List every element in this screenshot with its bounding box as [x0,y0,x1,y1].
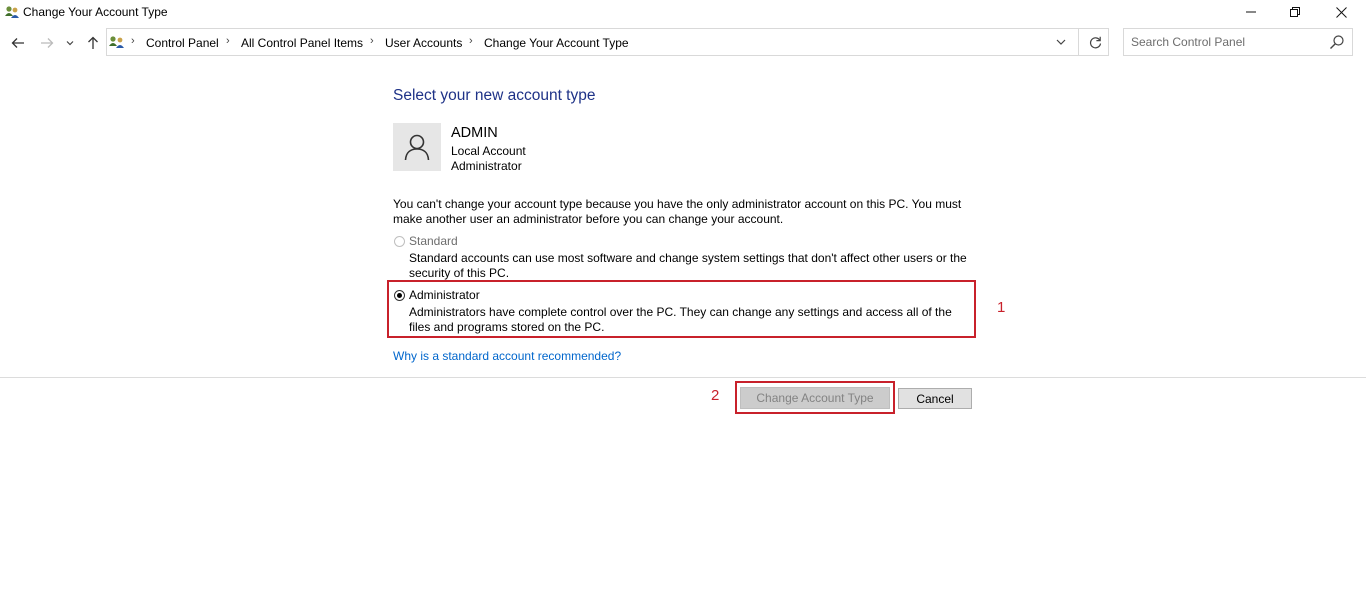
up-button[interactable] [83,32,103,54]
breadcrumb-all-items[interactable]: All Control Panel Items [241,36,363,50]
close-button[interactable] [1318,0,1364,24]
user-icon [404,134,430,161]
users-icon [5,6,19,18]
cancel-button[interactable]: Cancel [898,388,972,409]
account-role: Administrator [451,159,522,173]
arrow-left-icon [11,38,24,48]
footer-divider [0,377,1366,378]
info-message: You can't change your account type becau… [393,197,962,226]
account-name: ADMIN [451,125,498,141]
annotation-highlight-1 [387,280,976,338]
avatar [393,123,441,171]
chevron-down-icon [1056,39,1066,45]
account-type: Local Account [451,144,526,158]
breadcrumb-separator: › [226,35,230,47]
window-title: Change Your Account Type [23,5,168,19]
annotation-marker-2: 2 [711,387,720,404]
standard-radio[interactable] [394,236,405,247]
refresh-button[interactable] [1083,30,1107,54]
breadcrumb-separator: › [370,35,374,47]
standard-description: Standard accounts can use most software … [409,251,967,280]
breadcrumb-user-accounts[interactable]: User Accounts [385,36,462,50]
title-bar[interactable] [0,0,1366,26]
restore-button[interactable] [1272,0,1318,24]
breadcrumb-separator: › [131,35,135,47]
standard-label[interactable]: Standard [409,234,458,248]
recent-locations-button[interactable] [62,32,78,54]
address-divider [1078,29,1079,55]
back-button[interactable] [8,32,28,54]
breadcrumb-control-panel[interactable]: Control Panel [146,36,219,50]
search-input[interactable] [1124,29,1331,55]
page-title: Select your new account type [393,87,596,104]
arrow-up-icon [88,36,98,49]
minimize-icon [1246,11,1256,13]
restore-icon [1290,7,1300,17]
control-panel-icon [109,36,124,48]
search-icon[interactable] [1329,34,1345,50]
standard-account-help-link[interactable]: Why is a standard account recommended? [393,349,621,363]
breadcrumb-change-account-type[interactable]: Change Your Account Type [484,36,629,50]
refresh-icon [1089,36,1101,48]
change-account-type-button[interactable]: Change Account Type [740,387,890,409]
annotation-marker-1: 1 [997,299,1006,316]
minimize-button[interactable] [1228,0,1274,24]
chevron-down-icon [66,41,74,46]
forward-button[interactable] [37,32,57,54]
arrow-right-icon [41,38,54,48]
breadcrumb-separator: › [469,35,473,47]
address-dropdown-button[interactable] [1049,30,1073,54]
close-icon [1335,6,1347,18]
